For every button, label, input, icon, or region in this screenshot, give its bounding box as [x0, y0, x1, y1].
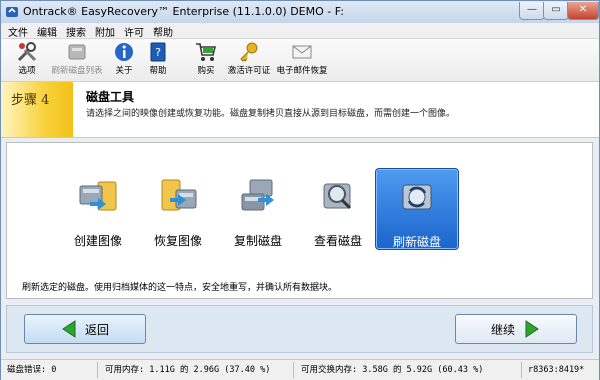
- window-title: Ontrack® EasyRecovery™ Enterprise (11.1.…: [23, 5, 344, 18]
- restore-image-icon: [161, 179, 197, 211]
- status-bar: 磁盘错误: 0 可用内存: 1.11G 的 2.96G (37.40 %) 可用…: [1, 359, 599, 380]
- close-button[interactable]: ✕: [567, 2, 599, 20]
- activate-license-label: 激活许可证: [227, 66, 271, 76]
- purchase-button[interactable]: 购买: [191, 41, 221, 79]
- key-icon: [240, 42, 258, 62]
- copy-disk-option[interactable]: 复制磁盘: [217, 168, 299, 248]
- disk-tools-panel: 创建图像 恢复图像 复制磁盘 查看磁盘 刷新磁盘 刷新选定的磁盘。使用归档媒体的…: [6, 142, 593, 299]
- menu-help[interactable]: 帮助: [153, 24, 173, 39]
- view-disk-option[interactable]: 查看磁盘: [297, 168, 379, 248]
- help-book-icon: ?: [150, 42, 166, 62]
- create-image-label: 创建图像: [73, 234, 122, 248]
- options-label: 选项: [18, 66, 36, 76]
- next-arrow-icon: [525, 320, 539, 338]
- copy-disk-icon: [241, 179, 274, 211]
- status-separator: [97, 362, 98, 378]
- next-label: 继续: [491, 323, 516, 337]
- step-description: 请选择之间的映像创建或恢复功能。磁盘复制拷贝直接从源到目标磁盘，而需创建一个图像…: [86, 109, 456, 119]
- menu-extras[interactable]: 附加: [95, 24, 115, 39]
- menu-search[interactable]: 搜索: [66, 24, 86, 39]
- restore-image-label: 恢复图像: [153, 234, 202, 248]
- create-image-icon: [79, 181, 117, 211]
- svg-text:?: ?: [155, 46, 161, 59]
- view-disk-icon: [323, 183, 352, 210]
- menu-bar: 文件 编辑 搜索 附加 许可 帮助: [1, 23, 599, 39]
- next-button[interactable]: 继续: [455, 314, 577, 344]
- back-label: 返回: [85, 323, 110, 337]
- back-arrow-icon: [62, 320, 76, 338]
- refresh-disk-label: 刷新磁盘: [392, 235, 441, 249]
- tools-icon: [17, 42, 37, 62]
- email-recovery-button[interactable]: 电子邮件恢复: [275, 41, 329, 79]
- create-image-option[interactable]: 创建图像: [57, 168, 139, 248]
- status-separator: [293, 362, 294, 378]
- purchase-label: 购买: [197, 66, 215, 76]
- email-icon: [292, 45, 312, 59]
- activate-license-button[interactable]: 激活许可证: [225, 41, 273, 79]
- copy-disk-label: 复制磁盘: [233, 234, 282, 248]
- step-title: 磁盘工具: [86, 90, 135, 104]
- refresh-disk-option[interactable]: 刷新磁盘: [375, 168, 459, 250]
- step-badge: 步骤 4: [1, 82, 73, 137]
- menu-license[interactable]: 许可: [124, 24, 144, 39]
- email-recovery-label: 电子邮件恢复: [276, 66, 328, 76]
- view-disk-label: 查看磁盘: [313, 234, 362, 248]
- toolbar: 选项 刷新磁盘列表 关于 ? 帮助 购买 激活许可证 电子邮件恢复: [1, 39, 599, 82]
- status-separator: [521, 362, 522, 378]
- back-button[interactable]: 返回: [24, 314, 146, 344]
- tool-description: 刷新选定的磁盘。使用归档媒体的这一特点，安全地重写，并确认所有数据块。: [22, 283, 338, 293]
- minimize-button[interactable]: —: [519, 2, 545, 20]
- memory-status: 可用内存: 1.11G 的 2.96G (37.40 %): [105, 365, 271, 375]
- app-icon: [6, 7, 18, 17]
- title-bar[interactable]: Ontrack® EasyRecovery™ Enterprise (11.1.…: [1, 1, 599, 23]
- refresh-disk-list-icon: [68, 44, 86, 60]
- maximize-button[interactable]: ▭: [543, 2, 569, 20]
- refresh-disk-list-label: 刷新磁盘列表: [51, 66, 103, 76]
- options-button[interactable]: 选项: [11, 41, 43, 79]
- application-window: Ontrack® EasyRecovery™ Enterprise (11.1.…: [0, 0, 600, 380]
- disk-errors-status: 磁盘错误: 0: [7, 365, 57, 375]
- step-label: 步骤 4: [11, 93, 50, 108]
- restore-image-option[interactable]: 恢复图像: [137, 168, 219, 248]
- menu-file[interactable]: 文件: [8, 24, 28, 39]
- info-icon: [115, 43, 133, 61]
- cart-icon: [196, 43, 217, 61]
- navigation-panel: 返回 继续: [6, 305, 593, 353]
- refresh-disk-icon: [402, 184, 432, 210]
- about-label: 关于: [115, 66, 133, 76]
- build-status: r8363:8419*: [528, 365, 585, 375]
- help-label: 帮助: [149, 66, 167, 76]
- step-header: 步骤 4 磁盘工具 请选择之间的映像创建或恢复功能。磁盘复制拷贝直接从源到目标磁…: [1, 82, 599, 138]
- help-button[interactable]: ? 帮助: [143, 41, 173, 79]
- menu-edit[interactable]: 编辑: [37, 24, 57, 39]
- refresh-disk-list-button[interactable]: 刷新磁盘列表: [49, 41, 105, 79]
- swap-status: 可用交换内存: 3.58G 的 5.92G (60.43 %): [301, 365, 484, 375]
- about-button[interactable]: 关于: [109, 41, 139, 79]
